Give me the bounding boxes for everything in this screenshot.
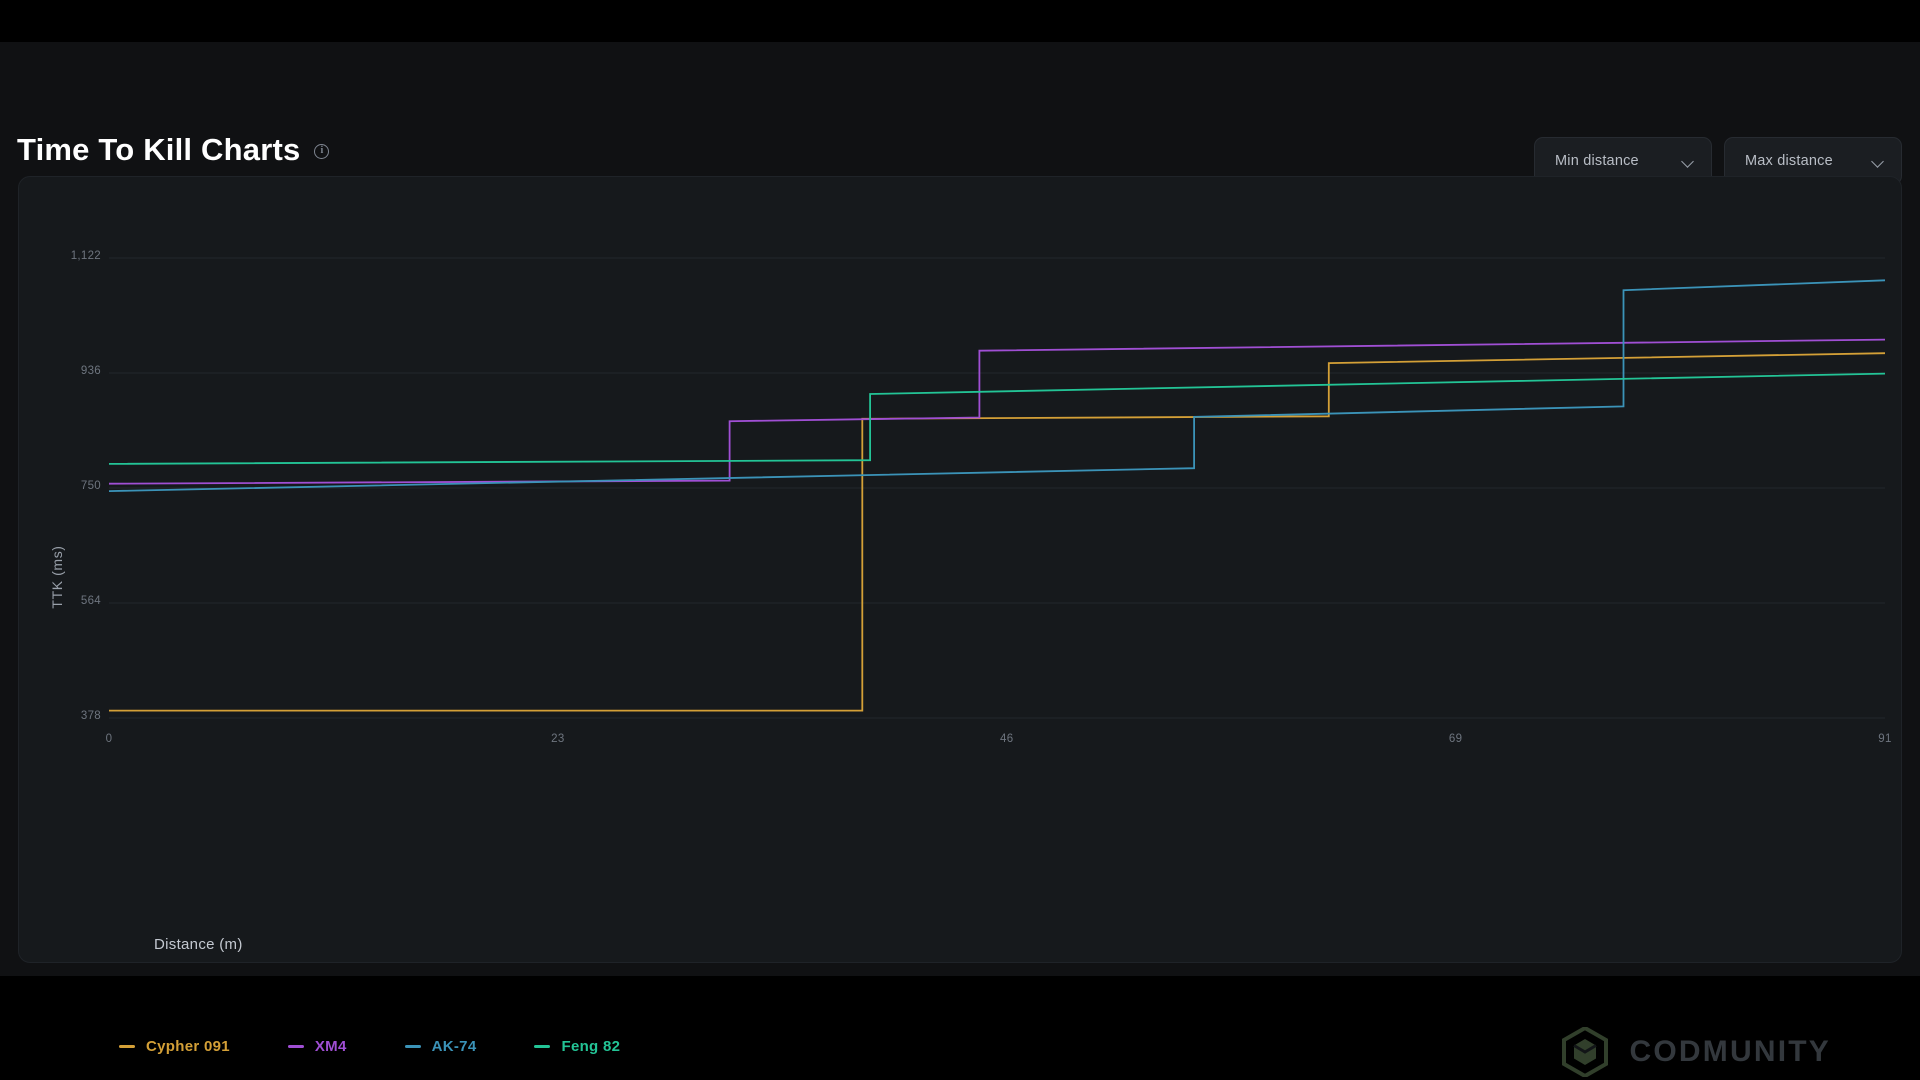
page-title: Time To Kill Charts	[17, 132, 301, 167]
y-tick-label: 564	[80, 595, 101, 607]
ttk-line-chart	[108, 257, 1886, 719]
y-tick-label: 1,122	[70, 250, 101, 262]
x-tick-label: 69	[1448, 733, 1463, 745]
y-tick-label: 750	[80, 480, 101, 492]
chevron-down-icon	[1682, 155, 1695, 168]
x-axis-label: Distance (m)	[154, 936, 243, 953]
chevron-down-icon	[1872, 155, 1885, 168]
app-root: Time To Kill Charts i Min distance Max d…	[0, 0, 1920, 1080]
watermark-text: CODMUNITY	[1629, 1035, 1831, 1068]
legend-swatch-icon	[287, 1045, 304, 1048]
page-header: Time To Kill Charts i Min distance Max d…	[0, 42, 1920, 185]
legend-swatch-icon	[404, 1045, 421, 1048]
legend-item[interactable]: Cypher 091	[119, 1038, 230, 1055]
series-line	[108, 279, 1886, 492]
x-tick-label: 23	[551, 733, 565, 745]
hexagon-logo-icon	[1561, 1027, 1608, 1077]
legend-item[interactable]: XM4	[287, 1038, 347, 1055]
x-tick-label: 91	[1878, 733, 1892, 745]
legend-item[interactable]: Feng 82	[534, 1038, 620, 1055]
legend-label: Feng 82	[561, 1038, 621, 1055]
x-tick-label: 46	[1000, 733, 1014, 745]
min-distance-label: Min distance	[1555, 153, 1639, 169]
chart-legend: Cypher 091 XM4 AK-74 Feng 82	[119, 1038, 678, 1055]
x-tick-label: 0	[105, 733, 113, 745]
legend-swatch-icon	[119, 1045, 135, 1048]
legend-label: XM4	[314, 1038, 347, 1055]
legend-item[interactable]: AK-74	[404, 1038, 477, 1055]
y-tick-label: 378	[80, 710, 101, 722]
ttk-chart-card: TTK (ms) Distance (m) 378 564 750 936 1,122 …	[18, 176, 1903, 1077]
plot-area: TTK (ms) Distance (m) 378 564 750 936 1,122 …	[19, 177, 1903, 964]
y-tick-label: 936	[80, 365, 101, 377]
legend-label: AK-74	[431, 1038, 477, 1055]
codmunity-watermark: CODMUNITY	[1561, 1027, 1831, 1077]
legend-swatch-icon	[534, 1045, 551, 1048]
title-group: Time To Kill Charts i	[17, 132, 330, 167]
info-circle-icon[interactable]: i	[314, 143, 330, 159]
legend-label: Cypher 091	[146, 1038, 230, 1055]
max-distance-label: Max distance	[1745, 153, 1833, 169]
